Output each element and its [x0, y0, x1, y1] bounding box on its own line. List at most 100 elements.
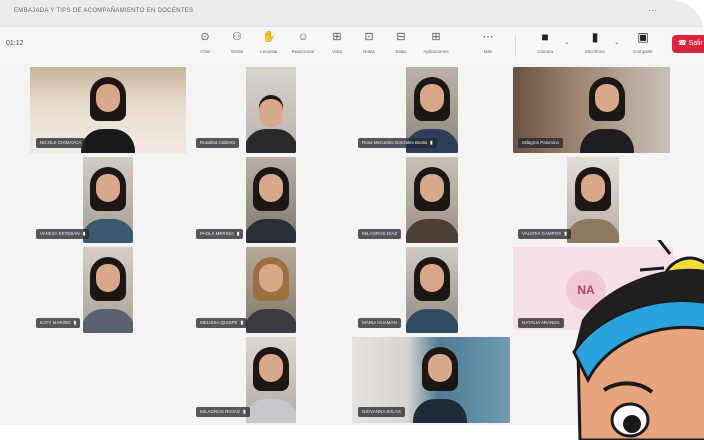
- leave-button[interactable]: ☎ Salir: [672, 35, 704, 53]
- participant-face: [595, 84, 620, 112]
- smile-icon: ☺: [297, 31, 309, 43]
- rooms-button[interactable]: ⊡ Notas: [354, 29, 384, 61]
- camera-button[interactable]: ■ Cámara: [530, 29, 560, 61]
- react-button[interactable]: ☺ Reaccionar: [288, 29, 318, 61]
- participant-name: MILAGROS DIAZ: [362, 231, 398, 236]
- muted-mic-icon: ▮: [243, 409, 246, 415]
- grid-icon: ⊞: [332, 31, 342, 43]
- participant-face: [428, 354, 453, 382]
- notes-icon: ⊟: [396, 31, 406, 43]
- video-tile[interactable]: [406, 247, 458, 333]
- apps-icon: ⊞: [431, 31, 441, 43]
- participant-name: NICOLE CHIMAYCA: [40, 140, 82, 145]
- participant-name: KATY MARIÑO: [40, 320, 71, 325]
- participant-face: [96, 84, 120, 112]
- phone-icon: ☎: [678, 40, 689, 47]
- participant-name-tag: MARIA HUAMAN: [358, 318, 401, 328]
- participant-body: [246, 309, 296, 333]
- microphone-icon: ▮: [591, 30, 599, 44]
- participant-body: [246, 129, 296, 153]
- camera-label: Cámara: [536, 49, 553, 54]
- raise-hand-button[interactable]: ✋ Levantar: [254, 29, 284, 61]
- react-label: Reaccionar: [291, 49, 315, 54]
- participant-name: Rosalina Cabrera: [200, 140, 236, 145]
- rooms-icon: ⊡: [364, 31, 374, 43]
- participant-name-tag: MELISSA QUISPE ▮: [196, 318, 248, 328]
- view-button[interactable]: ⊞ Vista: [322, 29, 352, 61]
- participant-body: [246, 219, 296, 243]
- chat-icon: ⊙: [200, 31, 210, 43]
- video-tile[interactable]: [83, 157, 133, 243]
- participant-face: [96, 264, 120, 292]
- participant-body: [246, 399, 296, 423]
- window-menu-icon[interactable]: ⋯: [648, 5, 657, 16]
- participant-name-tag: KATY MARIÑO ▮: [36, 318, 81, 328]
- participant-name-tag: Rosa Mercedes Gonzales Borda ▮: [358, 138, 437, 148]
- muted-mic-icon: ▮: [240, 320, 244, 326]
- more-icon: ⋯: [482, 31, 494, 43]
- participant-name-tag: VANEZA ESTEBAN ▮: [36, 229, 90, 239]
- camera-options-chevron-icon[interactable]: ⌄: [564, 38, 570, 46]
- more-label: Más: [483, 49, 493, 54]
- hand-icon: ✋: [262, 31, 276, 43]
- leave-label: Salir: [688, 40, 703, 47]
- participant-name: MARIA HUAMAN: [362, 320, 397, 325]
- muted-mic-icon: ▮: [73, 320, 77, 326]
- meeting-timer: 01:12: [6, 40, 24, 47]
- microphone-options-chevron-icon[interactable]: ⌄: [614, 38, 620, 46]
- participant-face: [420, 174, 444, 202]
- window-title: EMBAJADA Y TIPS DE ACOMPAÑAMIENTO EN DOC…: [14, 8, 194, 14]
- participant-face: [259, 99, 283, 127]
- video-tile[interactable]: [246, 247, 296, 333]
- meeting-toolbar: 01:12 ⊙ Chat ⚇ Gente ✋ Levantar ☺ Reacci…: [0, 27, 704, 64]
- video-tile[interactable]: [567, 157, 619, 243]
- participant-name: MILAGROS ROJAS: [200, 409, 241, 414]
- video-tile[interactable]: [246, 157, 296, 243]
- participant-body: [406, 219, 458, 243]
- people-label: Gente: [230, 49, 244, 54]
- rooms-label: Notas: [363, 49, 375, 54]
- share-button[interactable]: ▣ Compartir: [628, 29, 658, 61]
- video-tile[interactable]: [246, 337, 296, 423]
- participant-name-tag: MILAGROS ROJAS ▮: [196, 407, 250, 417]
- participant-face: [420, 264, 444, 292]
- participant-body: [406, 309, 458, 333]
- participant-face: [259, 264, 283, 292]
- muted-mic-icon: ▮: [430, 140, 433, 146]
- toolbar-divider: [515, 35, 516, 57]
- video-tile[interactable]: [83, 247, 133, 333]
- more-button[interactable]: ⋯ Más: [473, 29, 503, 61]
- notes-button[interactable]: ⊟ Salas: [386, 29, 416, 61]
- muted-mic-icon: ▮: [82, 231, 86, 237]
- participant-name: VALERIA CAMPOS: [522, 231, 562, 236]
- participant-name: PAOLA MERINO: [200, 231, 234, 236]
- notes-label: Salas: [395, 49, 407, 54]
- participant-face: [581, 174, 605, 202]
- participant-face: [259, 354, 283, 382]
- cartoon-mascot-illustration: [572, 240, 704, 440]
- share-icon: ▣: [637, 30, 649, 44]
- participant-name-tag: VALERIA CAMPOS ▮: [518, 229, 571, 239]
- people-button[interactable]: ⚇ Gente: [222, 29, 252, 61]
- video-tile[interactable]: [246, 67, 296, 153]
- apps-label: Aplicaciones: [423, 49, 449, 54]
- view-label: Vista: [332, 49, 342, 54]
- chat-button[interactable]: ⊙ Chat: [190, 29, 220, 61]
- participant-face: [420, 84, 444, 112]
- participant-name: Rosa Mercedes Gonzales Borda: [362, 140, 428, 145]
- participant-name-tag: PAOLA MERINO ▮: [196, 229, 244, 239]
- participant-name-tag: GIOVANNA SALAS: [358, 407, 405, 417]
- participant-name-tag: NICOLE CHIMAYCA: [36, 138, 86, 148]
- camera-icon: ■: [541, 30, 549, 44]
- participant-name: MELISSA QUISPE: [200, 320, 238, 325]
- raise-hand-label: Levantar: [260, 49, 278, 54]
- microphone-label: Micrófono: [585, 49, 605, 54]
- participant-name: Milagros Palomino: [522, 140, 560, 145]
- participant-face: [96, 174, 120, 202]
- participant-body: [83, 309, 133, 333]
- participant-name-tag: Milagros Palomino: [518, 138, 564, 148]
- share-label: Compartir: [633, 49, 653, 54]
- apps-button[interactable]: ⊞ Aplicaciones: [421, 29, 451, 61]
- microphone-button[interactable]: ▮ Micrófono: [580, 29, 610, 61]
- video-tile[interactable]: [406, 157, 458, 243]
